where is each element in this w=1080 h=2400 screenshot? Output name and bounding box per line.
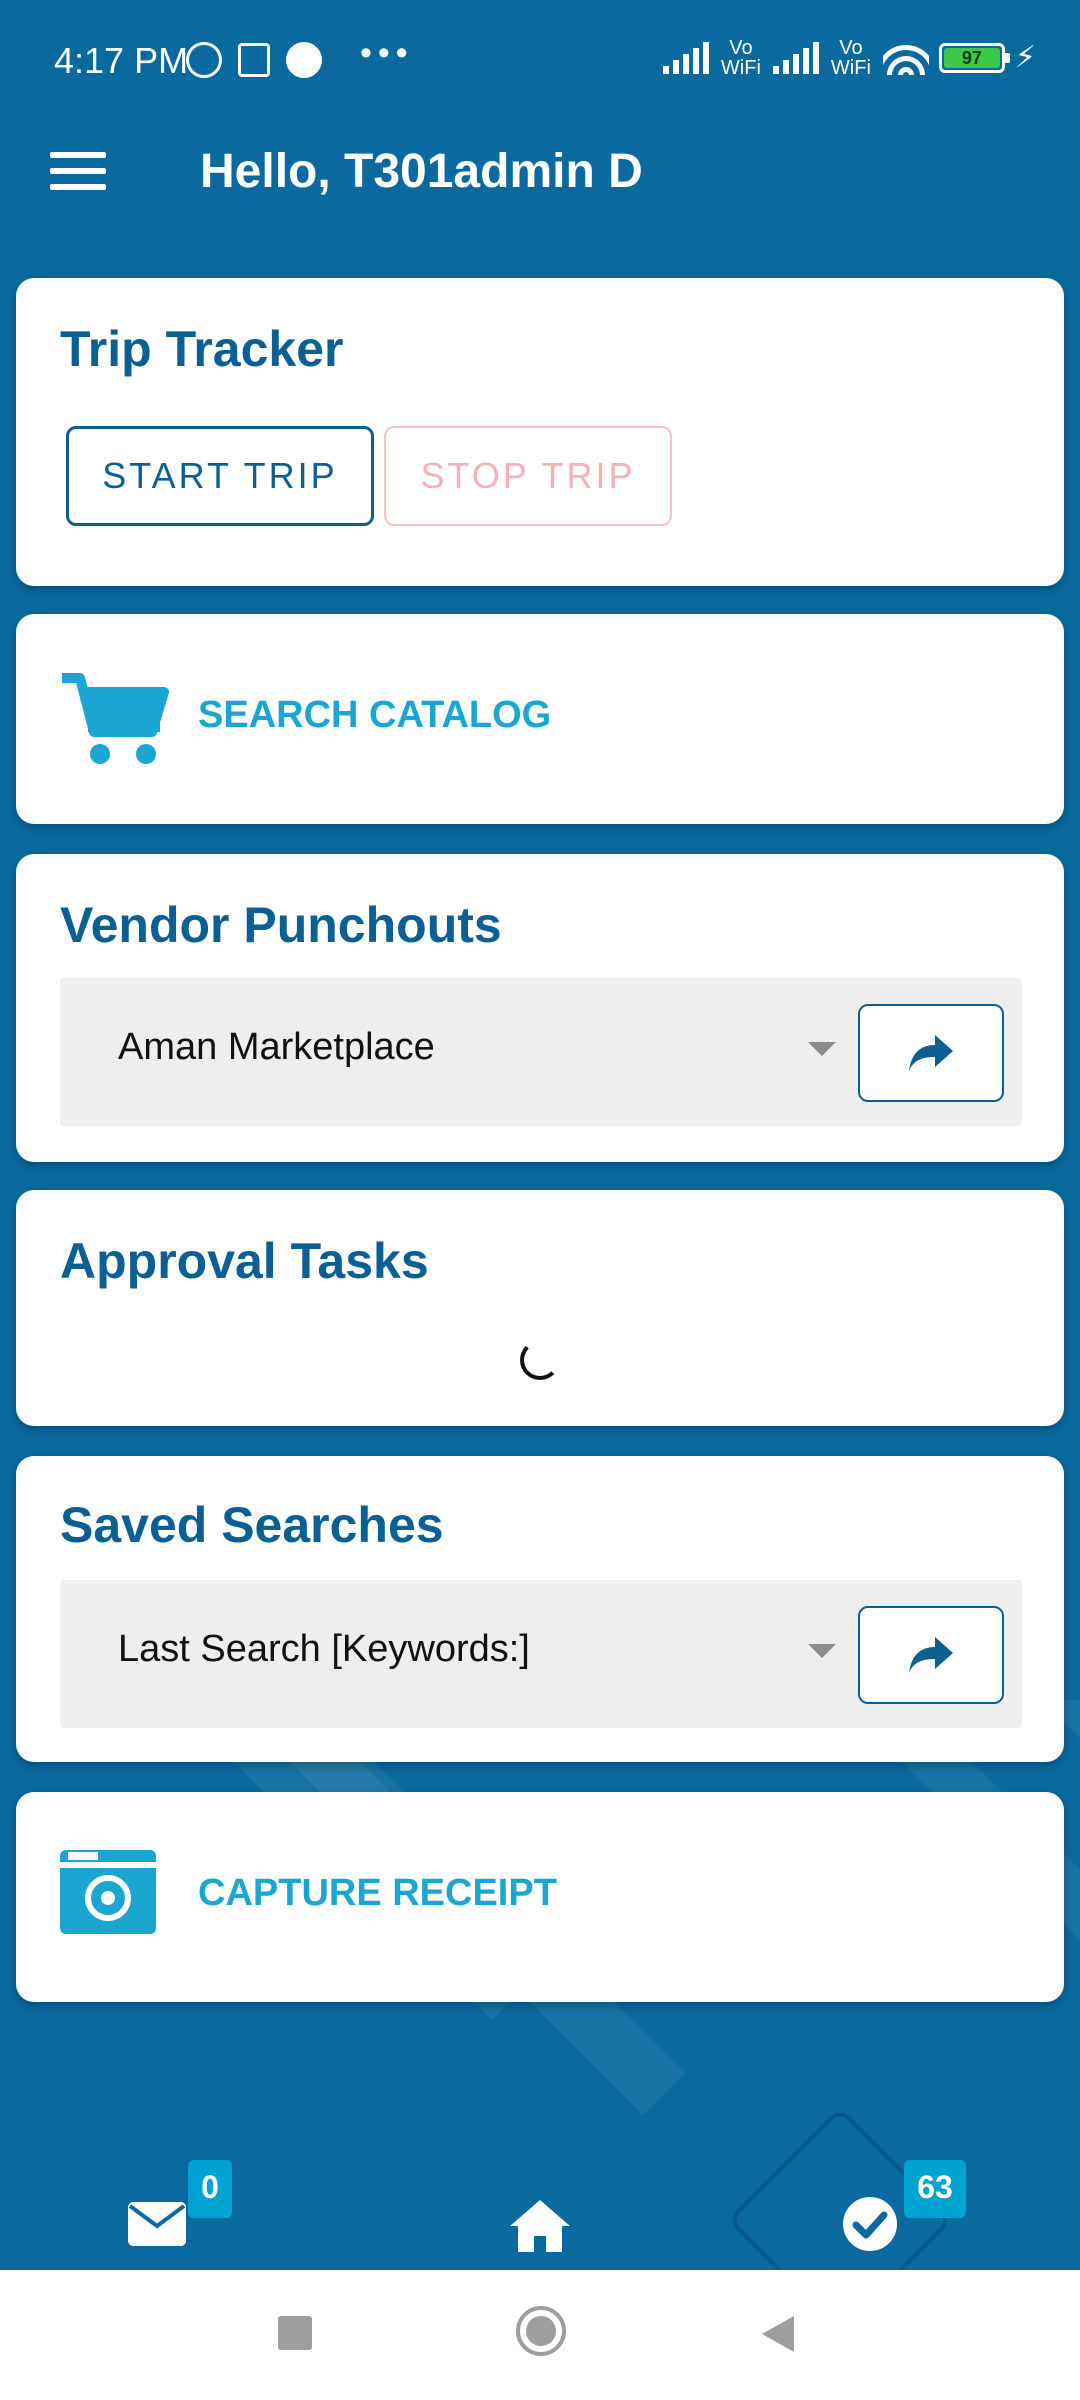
saved-search-select[interactable]: Last Search [Keywords:] xyxy=(60,1580,1022,1728)
capture-receipt-card[interactable]: CAPTURE RECEIPT xyxy=(16,1792,1064,2002)
back-button[interactable] xyxy=(762,2316,794,2352)
search-catalog-card[interactable]: SEARCH CATALOG xyxy=(16,614,1064,824)
vendor-select[interactable]: Aman Marketplace xyxy=(60,978,1022,1126)
tasks-count-badge: 63 xyxy=(904,2160,966,2218)
system-status-icons: Vo WiFi Vo WiFi 97 ⚡ xyxy=(662,37,1036,79)
loading-spinner xyxy=(520,1340,560,1380)
trip-tracker-title: Trip Tracker xyxy=(60,321,344,377)
home-button[interactable] xyxy=(516,2306,566,2356)
signal-icon xyxy=(662,42,709,74)
battery-level: 97 xyxy=(943,48,1000,68)
whatsapp-icon xyxy=(186,42,222,78)
saved-search-selected-value: Last Search [Keywords:] xyxy=(118,1628,530,1670)
recents-button[interactable] xyxy=(278,2316,312,2350)
mail-count-badge: 0 xyxy=(188,2160,232,2218)
approval-tasks-card: Approval Tasks xyxy=(16,1190,1064,1426)
menu-icon[interactable] xyxy=(50,152,106,202)
stop-trip-button[interactable]: STOP TRIP xyxy=(384,426,672,526)
home-icon xyxy=(510,2200,570,2252)
bottom-navigation: 0 63 xyxy=(0,2130,1080,2270)
battery-icon: 97 xyxy=(938,43,1010,73)
vowifi-label: Vo WiFi xyxy=(830,37,871,79)
vendor-selected-value: Aman Marketplace xyxy=(118,1026,435,1068)
capture-receipt-label: CAPTURE RECEIPT xyxy=(198,1872,557,1914)
vendor-punchouts-card: Vendor Punchouts Aman Marketplace xyxy=(16,854,1064,1162)
check-circle-icon xyxy=(843,2197,897,2251)
dropdown-arrow-icon[interactable] xyxy=(808,1042,836,1056)
search-catalog-label: SEARCH CATALOG xyxy=(198,694,552,736)
wifi-icon xyxy=(882,41,929,75)
more-notifications-icon: ••• xyxy=(360,33,414,72)
mail-icon xyxy=(128,2202,186,2246)
saved-searches-card: Saved Searches Last Search [Keywords:] xyxy=(16,1456,1064,1762)
signal-icon xyxy=(772,42,819,74)
vowifi-label: Vo WiFi xyxy=(720,37,761,79)
app-header: Hello, T301admin D xyxy=(0,130,1080,270)
vendor-go-button[interactable] xyxy=(858,1004,1004,1102)
cart-icon xyxy=(62,673,169,764)
share-arrow-icon xyxy=(909,1637,953,1673)
start-trip-button[interactable]: START TRIP xyxy=(66,426,374,526)
news-icon xyxy=(238,43,270,77)
trip-tracker-card: Trip Tracker START TRIP STOP TRIP xyxy=(16,278,1064,586)
notification-icons: ••• xyxy=(186,34,414,78)
greeting: Hello, T301admin D xyxy=(200,145,643,198)
dropdown-arrow-icon[interactable] xyxy=(808,1644,836,1658)
camera-icon xyxy=(60,1850,156,1934)
vendor-punchouts-title: Vendor Punchouts xyxy=(60,897,502,953)
status-bar: 4:17 PM ••• Vo WiFi Vo WiFi 97 ⚡ xyxy=(0,0,1080,130)
saved-searches-title: Saved Searches xyxy=(60,1497,444,1553)
app-notification-icon xyxy=(286,42,322,78)
approval-tasks-title: Approval Tasks xyxy=(60,1233,429,1289)
status-time: 4:17 PM xyxy=(54,40,189,81)
saved-search-go-button[interactable] xyxy=(858,1606,1004,1704)
share-arrow-icon xyxy=(909,1035,953,1071)
system-navigation-bar xyxy=(0,2270,1080,2400)
charging-icon: ⚡ xyxy=(1014,41,1036,74)
